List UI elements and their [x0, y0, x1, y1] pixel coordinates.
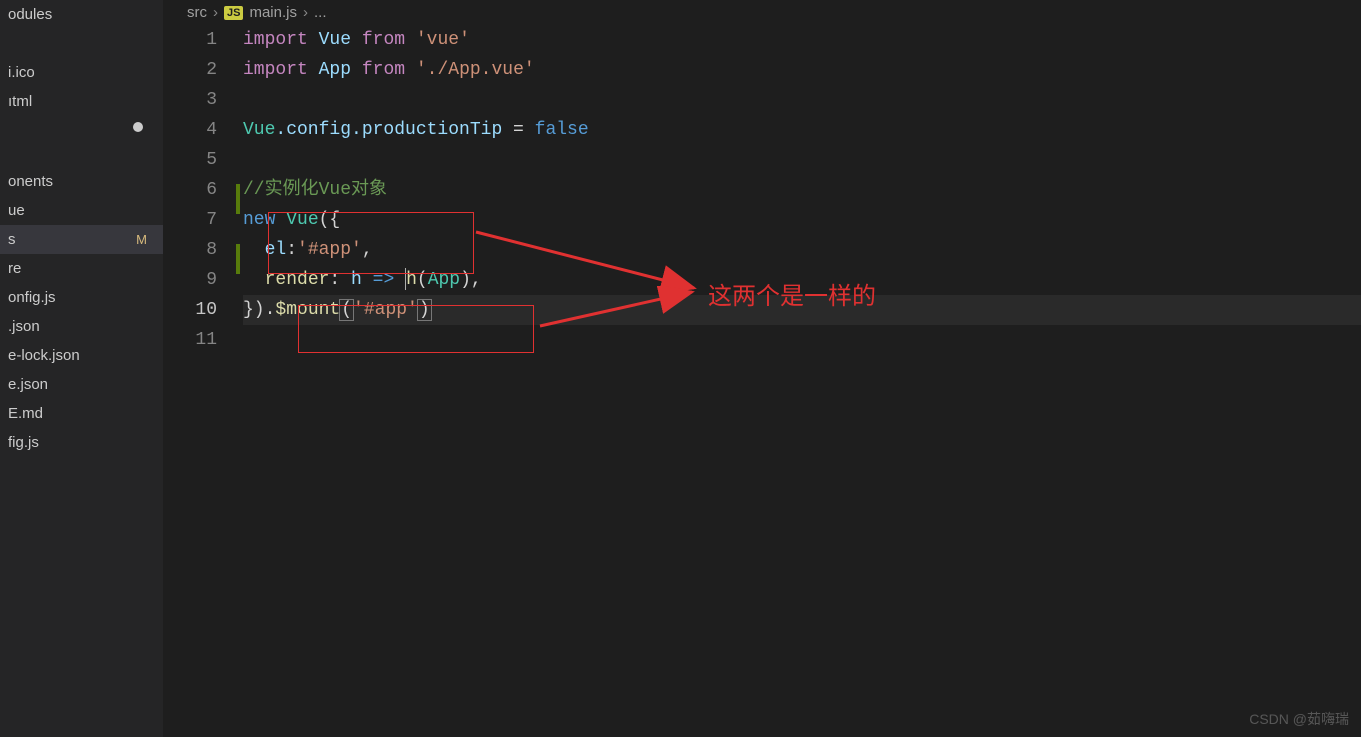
- sidebar-item[interactable]: [0, 138, 163, 167]
- code-line: [243, 145, 1361, 175]
- git-change-indicator: [236, 244, 240, 274]
- sidebar-item-label: ue: [8, 202, 25, 219]
- js-file-icon: JS: [224, 6, 243, 20]
- sidebar-item[interactable]: ıtml: [0, 87, 163, 116]
- breadcrumb-segment[interactable]: ...: [314, 4, 327, 21]
- code-line: el:'#app',: [243, 235, 1361, 265]
- sidebar-item[interactable]: .json: [0, 312, 163, 341]
- sidebar-item[interactable]: e-lock.json: [0, 341, 163, 370]
- code-line: render: h => h(App),: [243, 265, 1361, 295]
- chevron-right-icon: ›: [303, 4, 308, 21]
- code-line: }).$mount('#app'): [243, 295, 1361, 325]
- sidebar-item-label: E.md: [8, 405, 43, 422]
- code-line: Vue.config.productionTip = false: [243, 115, 1361, 145]
- breadcrumb-segment[interactable]: src: [187, 4, 207, 21]
- sidebar-item-label: onfig.js: [8, 289, 56, 306]
- code-content[interactable]: import Vue from 'vue' import App from '.…: [243, 25, 1361, 355]
- sidebar-item-label: e.json: [8, 376, 48, 393]
- sidebar-item-label: odules: [8, 6, 52, 23]
- line-number: 6: [163, 175, 217, 205]
- line-number: 7: [163, 205, 217, 235]
- line-number-gutter: 1234567891011: [163, 25, 243, 355]
- sidebar-item-label: fig.js: [8, 434, 39, 451]
- sidebar-item-label: i.ico: [8, 64, 35, 81]
- code-line: [243, 85, 1361, 115]
- line-number: 1: [163, 25, 217, 55]
- line-number: 8: [163, 235, 217, 265]
- sidebar-item[interactable]: [0, 116, 163, 138]
- code-line: [243, 325, 1361, 355]
- sidebar-item[interactable]: i.ico: [0, 58, 163, 87]
- line-number: 9: [163, 265, 217, 295]
- file-explorer-sidebar[interactable]: odules i.icoıtml onentsuesMreonfig.js.js…: [0, 0, 163, 737]
- code-line: import Vue from 'vue': [243, 25, 1361, 55]
- git-change-indicator: [236, 184, 240, 214]
- code-line: //实例化Vue对象: [243, 175, 1361, 205]
- sidebar-item[interactable]: sM: [0, 225, 163, 254]
- line-number: 11: [163, 325, 217, 355]
- sidebar-item[interactable]: onfig.js: [0, 283, 163, 312]
- sidebar-item-label: ıtml: [8, 93, 32, 110]
- line-number: 5: [163, 145, 217, 175]
- chevron-right-icon: ›: [213, 4, 218, 21]
- sidebar-item[interactable]: ue: [0, 196, 163, 225]
- watermark: CSDN @茹嗨瑞: [1249, 709, 1349, 729]
- sidebar-item-label: re: [8, 260, 21, 277]
- sidebar-item[interactable]: e.json: [0, 370, 163, 399]
- sidebar-item-label: onents: [8, 173, 53, 190]
- sidebar-item-label: s: [8, 231, 16, 248]
- sidebar-item-label: .json: [8, 318, 40, 335]
- breadcrumb-segment[interactable]: main.js: [249, 4, 297, 21]
- breadcrumb[interactable]: src › JS main.js › ...: [163, 0, 1361, 25]
- code-line: new Vue({: [243, 205, 1361, 235]
- sidebar-item[interactable]: onents: [0, 167, 163, 196]
- sidebar-item[interactable]: E.md: [0, 399, 163, 428]
- line-number: 4: [163, 115, 217, 145]
- line-number: 3: [163, 85, 217, 115]
- line-number: 2: [163, 55, 217, 85]
- code-editor: src › JS main.js › ... 1234567891011 imp…: [163, 0, 1361, 737]
- sidebar-item[interactable]: [0, 29, 163, 58]
- code-area[interactable]: 1234567891011 import Vue from 'vue' impo…: [163, 25, 1361, 355]
- line-number: 10: [163, 295, 217, 325]
- sidebar-item[interactable]: re: [0, 254, 163, 283]
- unsaved-dot-icon: [133, 122, 143, 132]
- sidebar-item[interactable]: fig.js: [0, 428, 163, 457]
- sidebar-item-label: e-lock.json: [8, 347, 80, 364]
- code-line: import App from './App.vue': [243, 55, 1361, 85]
- sidebar-item[interactable]: odules: [0, 0, 163, 29]
- modified-badge: M: [136, 232, 155, 247]
